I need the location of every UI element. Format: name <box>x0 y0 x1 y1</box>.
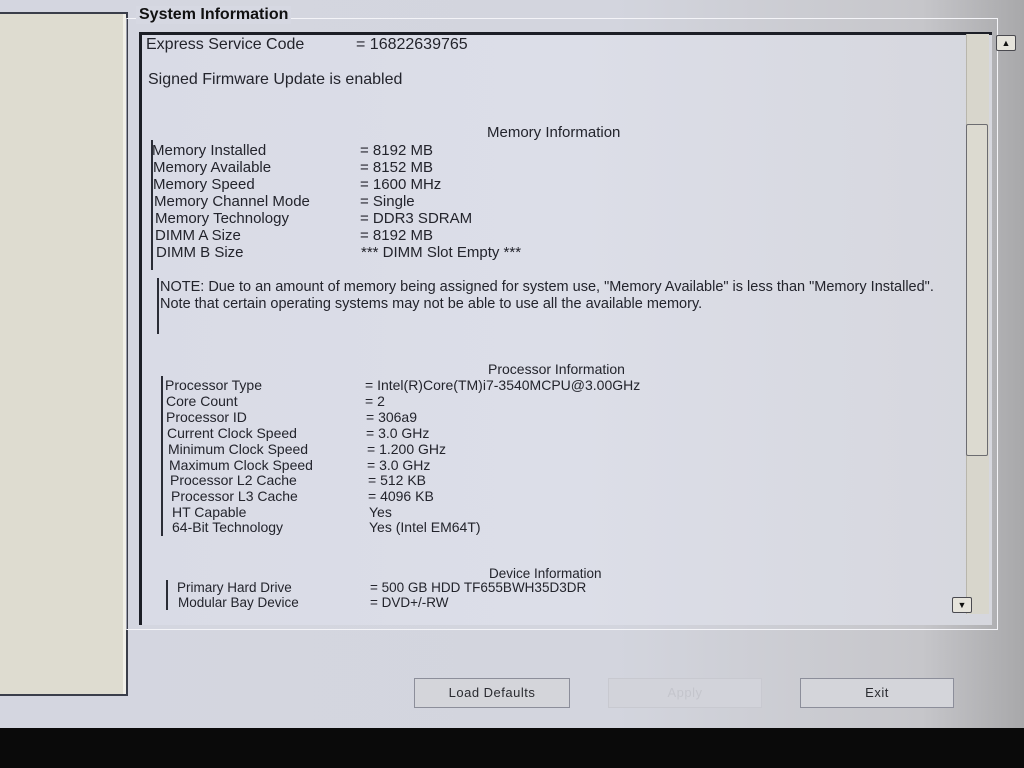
processor-row-value: = 306a9 <box>366 409 417 425</box>
processor-row-value: = Intel(R)Core(TM)i7-3540MCPU@3.00GHz <box>365 377 641 393</box>
device-row-label: Primary Hard Drive <box>177 580 292 595</box>
signed-firmware-status: Signed Firmware Update is enabled <box>148 71 403 88</box>
indent-rule <box>157 278 159 334</box>
processor-row-value: Yes <box>369 504 392 520</box>
arrow-down-icon: ▼ <box>957 600 967 610</box>
indent-rule <box>166 580 168 610</box>
arrow-up-icon: ▲ <box>1001 38 1011 48</box>
memory-row-value: = 8192 MB <box>360 227 433 244</box>
processor-row-label: HT Capable <box>172 504 247 520</box>
processor-row-value: = 1.200 GHz <box>367 441 446 457</box>
apply-button[interactable]: Apply <box>608 678 762 708</box>
processor-row-value: = 512 KB <box>368 472 426 488</box>
groupbox-title: System Information <box>136 6 292 24</box>
device-row-value: = 500 GB HDD TF655BWH35D3DR <box>370 580 587 595</box>
express-service-code-value: = 16822639765 <box>356 36 468 53</box>
scroll-up-button[interactable]: ▲ <box>996 35 1016 51</box>
processor-row-value: = 3.0 GHz <box>366 425 430 441</box>
settings-tree-panel[interactable] <box>0 12 128 696</box>
processor-row-label: Processor L2 Cache <box>170 472 297 488</box>
processor-row-label: 64-Bit Technology <box>172 519 284 535</box>
processor-row-value: = 3.0 GHz <box>367 457 431 473</box>
memory-row-label: Memory Speed <box>153 176 255 193</box>
device-row-value: = DVD+/-RW <box>370 595 449 610</box>
memory-row-value: = Single <box>360 193 415 210</box>
processor-row-label: Minimum Clock Speed <box>168 441 309 457</box>
memory-row-label: DIMM A Size <box>155 227 241 244</box>
express-service-code-label: Express Service Code <box>146 36 305 53</box>
device-heading: Device Information <box>489 566 602 581</box>
memory-row-label: Memory Channel Mode <box>154 193 310 210</box>
memory-row-value: = 1600 MHz <box>360 176 442 193</box>
processor-row-value: = 4096 KB <box>368 488 434 504</box>
memory-note: NOTE: Due to an amount of memory being a… <box>160 279 934 312</box>
processor-row-label: Processor ID <box>166 409 247 425</box>
memory-row-label: DIMM B Size <box>156 244 244 261</box>
memory-heading: Memory Information <box>487 124 621 141</box>
processor-row-label: Processor L3 Cache <box>171 488 298 504</box>
exit-button[interactable]: Exit <box>800 678 954 708</box>
memory-row-label: Memory Available <box>153 159 272 176</box>
processor-heading: Processor Information <box>488 361 625 377</box>
processor-row-value: = 2 <box>365 393 385 409</box>
scroll-down-button[interactable]: ▼ <box>952 597 972 613</box>
processor-row-label: Maximum Clock Speed <box>169 457 313 473</box>
memory-row-value: *** DIMM Slot Empty *** <box>361 244 522 261</box>
processor-row-label: Processor Type <box>165 377 263 393</box>
bios-screen: System Information Express Service Code … <box>0 0 1024 728</box>
memory-row-value: = 8152 MB <box>360 159 433 176</box>
load-defaults-button[interactable]: Load Defaults <box>414 678 570 708</box>
memory-row-label: Memory Technology <box>155 210 289 227</box>
device-row-label: Modular Bay Device <box>178 595 299 610</box>
memory-row-value: = 8192 MB <box>360 142 433 159</box>
scrollbar-thumb[interactable] <box>966 124 988 456</box>
indent-rule <box>161 376 163 536</box>
memory-row-value: = DDR3 SDRAM <box>360 210 473 227</box>
info-scroll-area[interactable] <box>139 32 992 625</box>
processor-row-label: Current Clock Speed <box>167 425 297 441</box>
memory-row-label: Memory Installed <box>152 142 267 159</box>
processor-row-label: Core Count <box>166 393 238 409</box>
processor-row-value: Yes (Intel EM64T) <box>369 519 481 535</box>
